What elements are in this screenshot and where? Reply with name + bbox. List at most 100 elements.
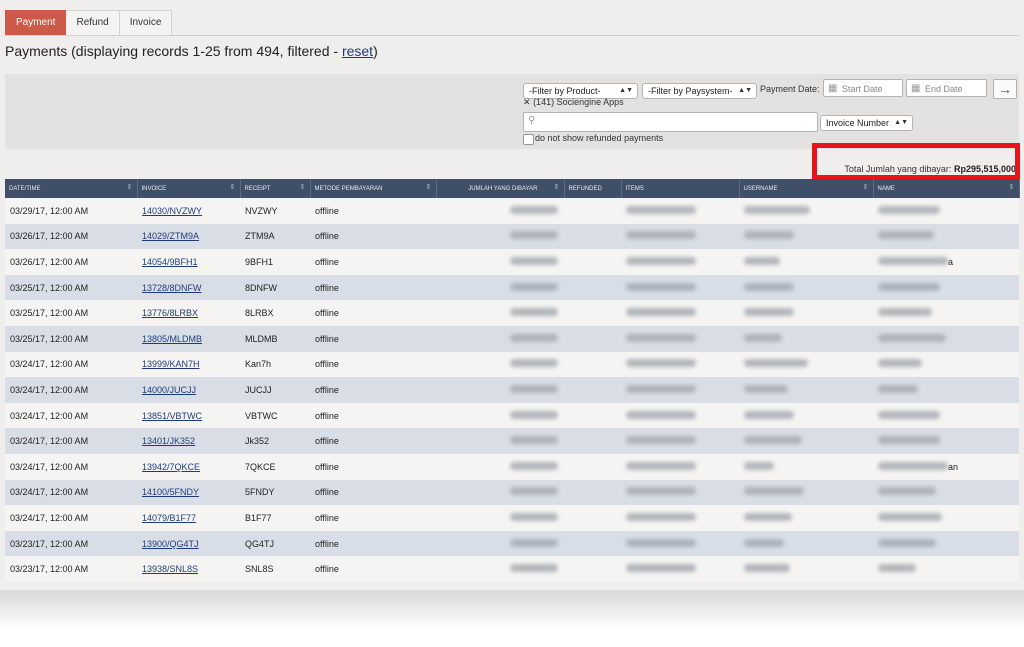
page-title-text: Payments (displaying records 1-25 from 4… <box>5 43 342 59</box>
table-row[interactable]: 03/25/17, 12:00 AM 13776/8LRBX 8LRBX offlin… <box>5 300 1019 326</box>
invoice-link[interactable]: 14030/NVZWY <box>142 206 202 216</box>
table-body: 03/29/17, 12:00 AM 14030/NVZWY NVZWY offlin… <box>5 198 1019 582</box>
invoice-link[interactable]: 13999/KAN7H <box>142 359 200 369</box>
invoice-link[interactable]: 13851/VBTWC <box>142 411 202 421</box>
cell-username <box>739 198 873 224</box>
table-row[interactable]: 03/24/17, 12:00 AM 14000/JUCJJ JUCJJ offlin… <box>5 377 1019 403</box>
table-row[interactable]: 03/23/17, 12:00 AM 13938/SNL8S SNL8S offlin… <box>5 556 1019 582</box>
redacted-items <box>626 538 696 547</box>
cell-date: 03/24/17, 12:00 AM <box>5 479 137 506</box>
invoice-link[interactable]: 13942/7QKCE <box>142 462 200 472</box>
hide-refunded-checkbox[interactable] <box>523 134 534 145</box>
table-row[interactable]: 03/24/17, 12:00 AM 14079/B1F77 B1F77 offlin… <box>5 505 1019 531</box>
remove-filter-icon[interactable]: ✕ <box>523 97 531 107</box>
invoice-link[interactable]: 14100/5FNDY <box>142 487 199 497</box>
cell-amount <box>436 351 564 378</box>
sort-icon: ⇕ <box>1008 184 1015 191</box>
cell-username <box>739 223 873 250</box>
redacted-amount <box>510 410 558 419</box>
cell-amount <box>436 274 564 301</box>
redacted-name <box>878 564 916 573</box>
redacted-username <box>744 410 794 419</box>
cell-refunded <box>564 198 621 224</box>
sort-icon: ⇕ <box>425 184 432 191</box>
redacted-name <box>878 512 942 521</box>
cell-username <box>739 351 873 378</box>
redacted-username <box>744 564 790 573</box>
cell-refunded <box>564 325 621 352</box>
column-header-date[interactable]: Date/Time ⇕ <box>5 179 138 198</box>
table-row[interactable]: 03/24/17, 12:00 AM 13942/7QKCE 7QKCE offlin… <box>5 453 1019 480</box>
table-row[interactable]: 03/24/17, 12:00 AM 13401/JK352 Jk352 offlin… <box>5 428 1019 454</box>
cell-invoice: 13728/8DNFW <box>137 274 240 301</box>
cell-username <box>739 325 873 352</box>
redacted-items <box>626 333 696 342</box>
redacted-username <box>744 308 794 317</box>
cell-date: 03/25/17, 12:00 AM <box>5 325 137 352</box>
table-row[interactable]: 03/26/17, 12:00 AM 14029/ZTM9A ZTM9A offlin… <box>5 223 1019 250</box>
start-date-input[interactable]: ▦ Start Date <box>823 79 903 97</box>
invoice-link[interactable]: 13805/MLDMB <box>142 334 202 344</box>
redacted-username <box>744 436 802 445</box>
table-row[interactable]: 03/24/17, 12:00 AM 14100/5FNDY 5FNDY offlin… <box>5 479 1019 506</box>
redacted-name <box>878 487 936 496</box>
start-date-placeholder: Start Date <box>842 84 883 94</box>
cell-date: 03/24/17, 12:00 AM <box>5 505 137 531</box>
invoice-link[interactable]: 13938/SNL8S <box>142 564 198 574</box>
invoice-link[interactable]: 13401/JK352 <box>142 436 195 446</box>
sort-icon: ⇕ <box>126 184 133 191</box>
cell-date: 03/24/17, 12:00 AM <box>5 402 137 429</box>
table-row[interactable]: 03/25/17, 12:00 AM 13728/8DNFW 8DNFW offlin… <box>5 274 1019 301</box>
cell-amount <box>436 249 564 275</box>
invoice-link[interactable]: 13900/QG4TJ <box>142 539 199 549</box>
redacted-items <box>626 564 696 573</box>
cell-receipt: NVZWY <box>240 198 310 224</box>
tab-payment[interactable]: Payment <box>5 10 67 36</box>
search-input[interactable]: ⚲ <box>523 112 818 132</box>
cell-amount <box>436 556 564 582</box>
cell-name <box>873 556 1019 582</box>
table-row[interactable]: 03/29/17, 12:00 AM 14030/NVZWY NVZWY offlin… <box>5 198 1019 224</box>
redacted-items <box>626 205 696 214</box>
filter-panel: -Filter by Product- ▲▼ -Filter by Paysyst… <box>5 74 1019 149</box>
redacted-amount <box>510 461 558 470</box>
table-row[interactable]: 03/23/17, 12:00 AM 13900/QG4TJ QG4TJ offlin… <box>5 530 1019 557</box>
column-header-name[interactable]: Name ⇕ <box>873 179 1020 198</box>
column-header-amount[interactable]: Jumlah Yang Dibayar ⇕ <box>436 179 565 198</box>
table-row[interactable]: 03/24/17, 12:00 AM 13999/KAN7H Kan7h offlin… <box>5 351 1019 378</box>
invoice-link[interactable]: 14029/ZTM9A <box>142 231 199 241</box>
table-row[interactable]: 03/24/17, 12:00 AM 13851/VBTWC VBTWC offlin… <box>5 402 1019 429</box>
payments-table: Date/Time ⇕ Invoice ⇕ Receipt ⇕ Metode Pemb… <box>5 179 1020 582</box>
paysystem-filter-select[interactable]: -Filter by Paysystem- ▲▼ <box>642 83 757 99</box>
invoice-link[interactable]: 13728/8DNFW <box>142 283 202 293</box>
hide-refunded-label: do not show refunded payments <box>535 133 664 143</box>
cell-refunded <box>564 530 621 557</box>
invoice-link[interactable]: 14079/B1F77 <box>142 513 196 523</box>
column-header-receipt[interactable]: Receipt ⇕ <box>240 179 311 198</box>
invoice-link[interactable]: 14054/9BFH1 <box>142 257 198 267</box>
invoice-link[interactable]: 13776/8LRBX <box>142 308 198 318</box>
cell-invoice: 14100/5FNDY <box>137 479 240 506</box>
redacted-amount <box>510 487 558 496</box>
redacted-username <box>744 256 780 265</box>
redacted-name <box>878 461 948 470</box>
end-date-input[interactable]: ▦ End Date <box>906 79 987 97</box>
redacted-username <box>744 487 804 496</box>
redacted-name <box>878 410 940 419</box>
tab-refund[interactable]: Refund <box>66 10 120 36</box>
column-header-username[interactable]: Username ⇕ <box>739 179 874 198</box>
cell-amount <box>436 223 564 250</box>
cell-amount <box>436 377 564 403</box>
column-header-method[interactable]: Metode Pembayaran ⇕ <box>310 179 437 198</box>
tab-invoice[interactable]: Invoice <box>119 10 173 36</box>
apply-filter-button[interactable]: → <box>993 79 1017 99</box>
redacted-amount <box>510 436 558 445</box>
reset-link[interactable]: reset <box>342 43 373 59</box>
table-row[interactable]: 03/26/17, 12:00 AM 14054/9BFH1 9BFH1 offlin… <box>5 249 1019 275</box>
cell-items <box>621 453 739 480</box>
column-header-invoice[interactable]: Invoice ⇕ <box>137 179 241 198</box>
table-row[interactable]: 03/25/17, 12:00 AM 13805/MLDMB MLDMB offlin… <box>5 325 1019 352</box>
search-type-select[interactable]: Invoice Number ▲▼ <box>820 115 913 131</box>
invoice-link[interactable]: 14000/JUCJJ <box>142 385 196 395</box>
redacted-amount <box>510 359 558 368</box>
